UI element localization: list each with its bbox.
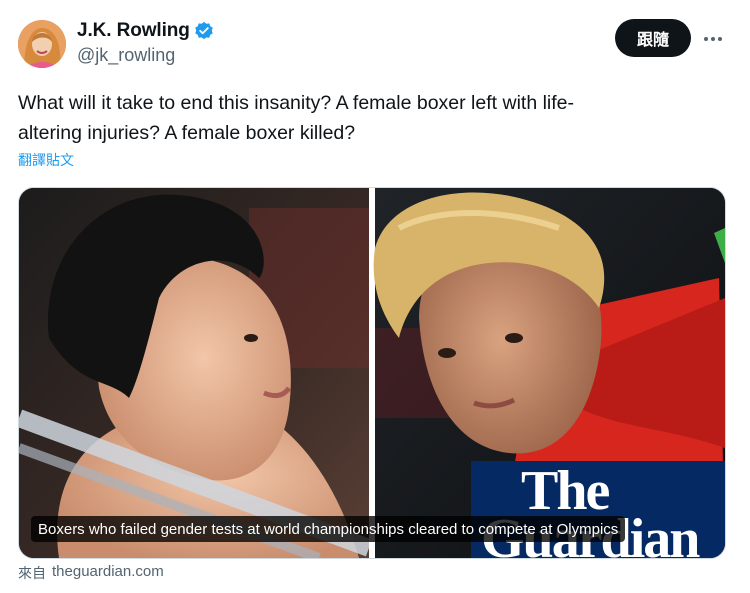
guardian-logo: The Guardian	[471, 461, 725, 558]
verified-badge-icon[interactable]	[194, 21, 214, 41]
author-handle[interactable]: @jk_rowling	[77, 45, 175, 66]
tweet: J.K. Rowling @jk_rowling 跟隨 What will it…	[0, 0, 750, 593]
source-domain[interactable]: theguardian.com	[52, 563, 164, 583]
more-options-icon[interactable]	[700, 26, 726, 52]
tweet-text-line-1: What will it take to end this insanity? …	[18, 92, 575, 114]
follow-button[interactable]: 跟隨	[615, 19, 691, 57]
tweet-text-line-2: altering injuries? A female boxer killed…	[18, 122, 356, 144]
link-card[interactable]: The Guardian Boxers who failed gender te…	[18, 187, 726, 559]
author-display-name[interactable]: J.K. Rowling	[77, 20, 190, 42]
card-source[interactable]: 來自 theguardian.com	[18, 563, 164, 583]
author-name-row[interactable]: J.K. Rowling	[77, 20, 214, 42]
avatar-image	[18, 20, 66, 68]
tweet-text: What will it take to end this insanity? …	[18, 88, 718, 148]
translate-post-link[interactable]: 翻譯貼文	[18, 150, 74, 170]
source-from-label: 來自	[18, 566, 46, 582]
avatar[interactable]	[18, 20, 66, 68]
card-caption: Boxers who failed gender tests at world …	[31, 516, 626, 542]
left-photo	[19, 188, 373, 558]
